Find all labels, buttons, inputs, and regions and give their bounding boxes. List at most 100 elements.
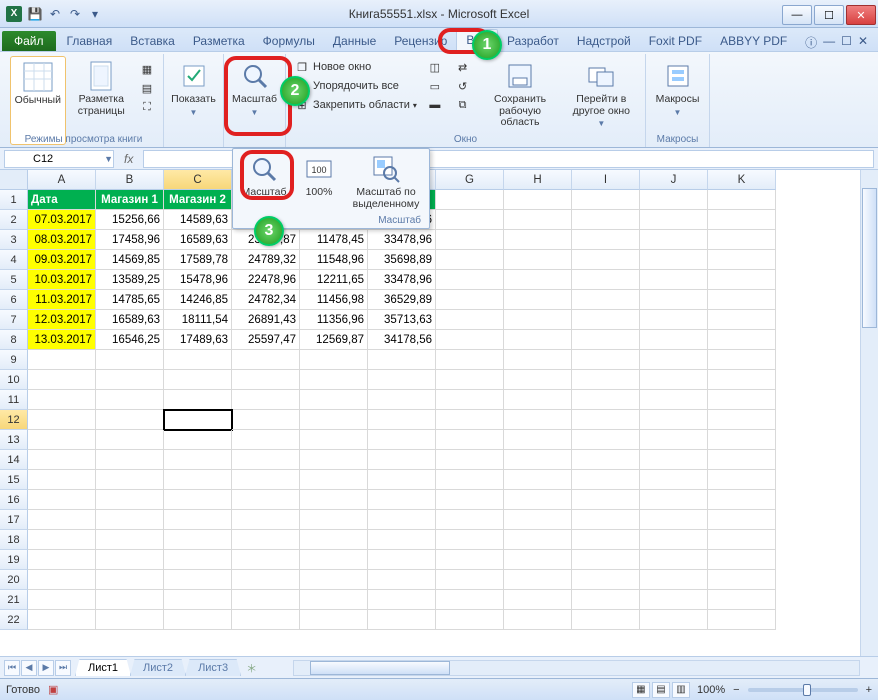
cell[interactable] <box>708 270 776 290</box>
scrollbar-thumb[interactable] <box>862 188 877 328</box>
horizontal-scrollbar[interactable] <box>293 660 860 676</box>
cell[interactable] <box>300 590 368 610</box>
cell[interactable] <box>436 510 504 530</box>
row-header[interactable]: 11 <box>0 390 28 410</box>
compare-button[interactable]: ⧉ <box>453 96 477 114</box>
cell[interactable] <box>96 410 164 430</box>
cell[interactable] <box>300 550 368 570</box>
arrange-all-button[interactable]: ▦Упорядочить все <box>292 77 421 95</box>
cell[interactable] <box>368 530 436 550</box>
cell[interactable] <box>708 310 776 330</box>
maximize-button[interactable]: ☐ <box>814 5 844 25</box>
cell[interactable] <box>28 390 96 410</box>
scrollbar-thumb[interactable] <box>310 661 450 675</box>
cell[interactable] <box>640 590 708 610</box>
cell[interactable] <box>300 430 368 450</box>
cell[interactable]: 15478,96 <box>164 270 232 290</box>
row-header[interactable]: 18 <box>0 530 28 550</box>
cell[interactable]: 14589,63 <box>164 210 232 230</box>
cell[interactable] <box>28 530 96 550</box>
cell[interactable] <box>28 470 96 490</box>
cell[interactable] <box>164 350 232 370</box>
cell[interactable] <box>300 510 368 530</box>
cell[interactable] <box>232 490 300 510</box>
record-macro-icon[interactable]: ▣ <box>48 683 58 696</box>
tab-data[interactable]: Данные <box>324 31 385 51</box>
cell[interactable] <box>300 410 368 430</box>
cell[interactable]: 22478,96 <box>232 270 300 290</box>
first-sheet-button[interactable]: ⏮ <box>4 660 20 676</box>
tab-layout[interactable]: Разметка <box>184 31 254 51</box>
cell[interactable] <box>504 370 572 390</box>
freeze-panes-button[interactable]: ⊞Закрепить области▾ <box>292 96 421 114</box>
cell[interactable]: 24789,32 <box>232 250 300 270</box>
cell[interactable]: Магазин 1 <box>96 190 164 210</box>
cell[interactable] <box>504 210 572 230</box>
cell[interactable] <box>368 550 436 570</box>
cell[interactable] <box>504 490 572 510</box>
cell[interactable] <box>28 510 96 530</box>
cell[interactable] <box>572 410 640 430</box>
cell[interactable] <box>232 370 300 390</box>
zoom-to-selection-button[interactable]: Масштаб по выделенному <box>343 149 429 212</box>
cell[interactable] <box>436 330 504 350</box>
cell[interactable] <box>164 530 232 550</box>
cell[interactable]: 12.03.2017 <box>28 310 96 330</box>
cell[interactable] <box>300 530 368 550</box>
new-sheet-button[interactable]: ＊ <box>240 660 263 676</box>
cell[interactable] <box>640 270 708 290</box>
cell[interactable] <box>708 350 776 370</box>
cell[interactable] <box>436 590 504 610</box>
cell[interactable] <box>572 530 640 550</box>
cell[interactable] <box>96 470 164 490</box>
cell[interactable] <box>640 190 708 210</box>
cell[interactable] <box>28 610 96 630</box>
cell[interactable] <box>572 570 640 590</box>
row-header[interactable]: 14 <box>0 450 28 470</box>
file-tab[interactable]: Файл <box>2 31 56 51</box>
cell[interactable] <box>436 470 504 490</box>
cell[interactable] <box>436 210 504 230</box>
cell[interactable] <box>232 530 300 550</box>
cell[interactable] <box>504 250 572 270</box>
cell[interactable] <box>368 450 436 470</box>
cell[interactable] <box>640 570 708 590</box>
cell[interactable] <box>232 350 300 370</box>
cell[interactable] <box>572 190 640 210</box>
cell[interactable] <box>368 590 436 610</box>
cell[interactable] <box>436 530 504 550</box>
cell[interactable] <box>572 330 640 350</box>
cell[interactable] <box>368 490 436 510</box>
cell[interactable] <box>96 430 164 450</box>
cell[interactable] <box>232 550 300 570</box>
cell[interactable]: 26891,43 <box>232 310 300 330</box>
cell[interactable] <box>28 490 96 510</box>
cell[interactable] <box>572 430 640 450</box>
cell[interactable] <box>164 410 232 430</box>
cell[interactable] <box>96 570 164 590</box>
cell[interactable] <box>640 610 708 630</box>
cell[interactable]: 12569,87 <box>300 330 368 350</box>
cell[interactable] <box>300 490 368 510</box>
pagebreak-view-icon[interactable]: ▥ <box>672 682 690 698</box>
macros-button[interactable]: Макросы ▼ <box>652 56 703 145</box>
row-header[interactable]: 8 <box>0 330 28 350</box>
cell[interactable] <box>232 390 300 410</box>
cell[interactable] <box>708 250 776 270</box>
cell[interactable] <box>436 610 504 630</box>
cell[interactable] <box>708 590 776 610</box>
cell[interactable]: 35698,89 <box>368 250 436 270</box>
cell[interactable] <box>436 190 504 210</box>
column-header[interactable]: K <box>708 170 776 190</box>
row-header[interactable]: 22 <box>0 610 28 630</box>
cell[interactable]: 07.03.2017 <box>28 210 96 230</box>
cell[interactable] <box>232 570 300 590</box>
cell[interactable] <box>708 390 776 410</box>
cell[interactable] <box>504 410 572 430</box>
new-window-button[interactable]: ❐Новое окно <box>292 58 421 76</box>
cell[interactable] <box>436 310 504 330</box>
cell[interactable] <box>436 250 504 270</box>
column-header[interactable]: C <box>164 170 232 190</box>
cell[interactable] <box>640 430 708 450</box>
sheet-tab[interactable]: Лист2 <box>130 659 186 676</box>
